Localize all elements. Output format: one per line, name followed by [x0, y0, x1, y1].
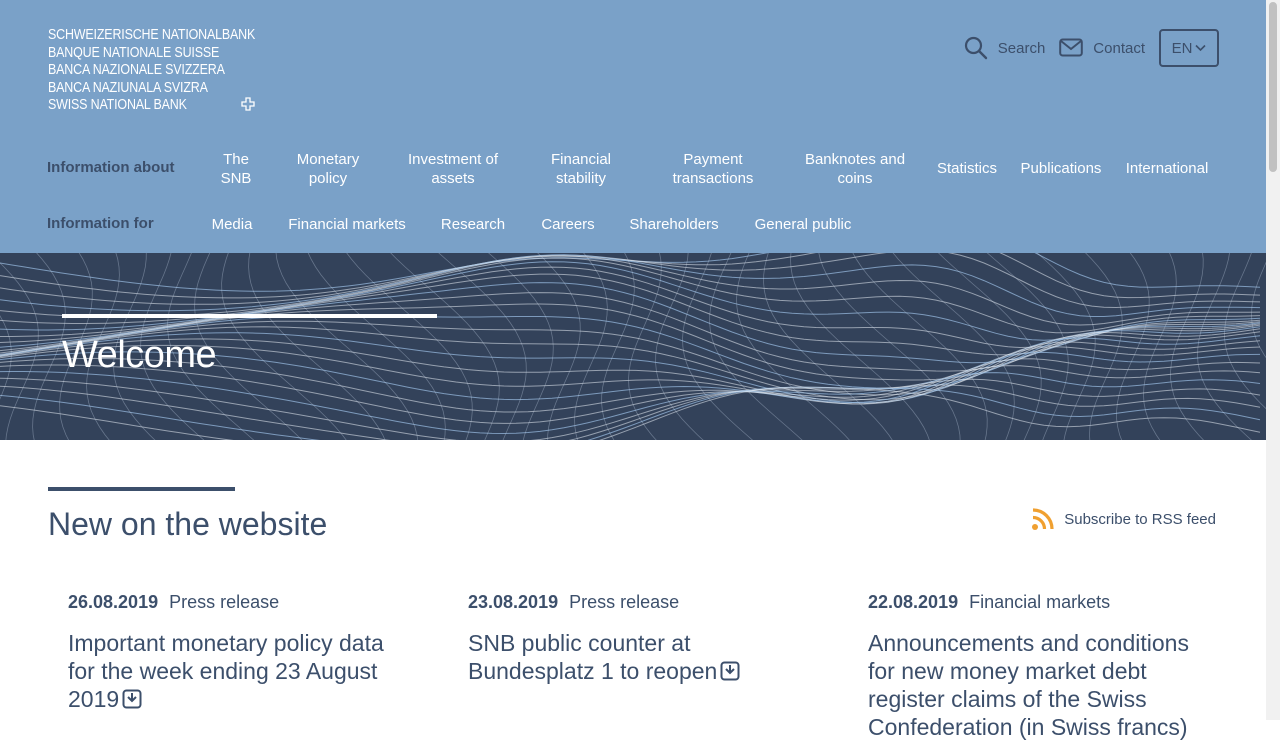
nav-for-careers[interactable]: Careers	[541, 215, 594, 234]
news-item: 26.08.2019 Press release Important monet…	[68, 592, 413, 713]
nav-item-international[interactable]: International	[1126, 159, 1209, 178]
nav-item-label: coins	[837, 170, 873, 187]
news-item: 23.08.2019 Press release SNB public coun…	[468, 592, 813, 685]
logo-line: BANQUE NATIONALE SUISSE	[48, 44, 220, 61]
nav-item-banknotes-and-coins[interactable]: Banknotes and coins	[805, 150, 905, 188]
wave-line	[628, 253, 662, 440]
news-meta: 23.08.2019 Press release	[468, 592, 813, 613]
nav-item-label: Monetary	[296, 151, 360, 168]
nav-item-label: Publications	[1020, 160, 1102, 177]
nav-item-label: Financial	[550, 151, 612, 168]
nav-item-financial-stability[interactable]: Financial stability	[551, 150, 611, 188]
nav-item-payment-transactions[interactable]: Payment transactions	[673, 150, 754, 188]
news-item: 22.08.2019 Financial markets Announcemen…	[868, 592, 1218, 741]
nav-for-label: Information for	[47, 215, 154, 232]
news-date: 26.08.2019	[68, 592, 159, 612]
news-meta: 22.08.2019 Financial markets	[868, 592, 1218, 613]
nav-item-label: Investment of	[407, 151, 499, 168]
wave-line	[1143, 253, 1177, 440]
nav-item-the-snb[interactable]: The SNB	[221, 150, 252, 188]
nav-item-label: stability	[555, 170, 607, 187]
nav-for-shareholders[interactable]: Shareholders	[629, 215, 718, 234]
page-scrollbar[interactable]	[1266, 0, 1280, 720]
rss-icon	[1032, 508, 1054, 530]
news-title-link[interactable]: Announcements and conditions for new mon…	[868, 629, 1218, 741]
contact-button[interactable]: Contact	[1059, 38, 1145, 58]
hero-accent-line	[62, 314, 437, 318]
section-accent-line	[48, 487, 235, 491]
language-value: EN	[1171, 39, 1193, 57]
nav-for-general-public[interactable]: General public	[755, 215, 852, 234]
news-title-text: Important monetary policy data for the w…	[68, 630, 384, 712]
chevron-down-icon	[1195, 44, 1206, 52]
logo-line: BANCA NAZIONALE SVIZZERA	[48, 62, 225, 79]
nav-about-label: Information about	[47, 159, 175, 176]
download-icon	[122, 689, 142, 709]
envelope-icon	[1059, 38, 1084, 57]
logo-line: SWISS NATIONAL BANK	[48, 97, 187, 114]
wave-line	[892, 253, 1015, 440]
news-category: Press release	[569, 592, 680, 612]
wave-line	[763, 253, 893, 440]
wave-line	[0, 261, 1261, 341]
nav-item-label: International	[1125, 160, 1209, 177]
site-header: SCHWEIZERISCHE NATIONALBANK BANQUE NATIO…	[0, 0, 1266, 253]
nav-item-monetary-policy[interactable]: Monetary policy	[297, 150, 360, 188]
nav-item-label: Payment	[683, 151, 743, 168]
wave-line	[1251, 261, 1266, 359]
rss-subscribe-link[interactable]: Subscribe to RSS feed	[1031, 507, 1216, 531]
logo-line: BANCA NAZIUNALA SVIZRA	[48, 79, 208, 96]
nav-for-research[interactable]: Research	[441, 215, 505, 234]
nav-item-label: SNB	[220, 170, 252, 187]
language-selector[interactable]: EN	[1159, 29, 1219, 67]
news-title-link[interactable]: SNB public counter at Bundesplatz 1 to r…	[468, 629, 813, 685]
nav-item-label: Statistics	[936, 160, 998, 177]
rss-label: Subscribe to RSS feed	[1064, 510, 1216, 528]
nav-item-investment-of-assets[interactable]: Investment of assets	[408, 150, 498, 188]
nav-item-label: transactions	[672, 170, 754, 187]
wave-line	[709, 253, 803, 440]
news-date: 22.08.2019	[868, 592, 959, 612]
header-tools: Search Contact EN	[950, 28, 1219, 68]
nav-for-financial-markets[interactable]: Financial markets	[288, 215, 406, 234]
swiss-cross-icon	[241, 97, 255, 111]
nav-item-statistics[interactable]: Statistics	[937, 159, 997, 178]
news-meta: 26.08.2019 Press release	[68, 592, 413, 613]
news-category: Financial markets	[969, 592, 1111, 612]
scrollbar-thumb[interactable]	[1269, 2, 1277, 172]
search-button[interactable]: Search	[964, 36, 1046, 60]
nav-for-media[interactable]: Media	[212, 215, 253, 234]
logo-line: SCHWEIZERISCHE NATIONALBANK	[48, 27, 256, 43]
nav-item-label: assets	[431, 170, 475, 187]
search-icon	[964, 36, 987, 60]
news-title-text: SNB public counter at Bundesplatz 1 to r…	[468, 630, 718, 684]
nav-item-publications[interactable]: Publications	[1021, 159, 1102, 178]
nav-item-label: The	[223, 151, 249, 168]
news-category: Press release	[169, 592, 280, 612]
section-title: New on the website	[48, 506, 328, 542]
contact-label: Contact	[1093, 39, 1145, 57]
nav-item-label: Banknotes and	[804, 151, 906, 168]
download-icon	[720, 661, 740, 681]
hero-title: Welcome	[62, 334, 217, 376]
search-label: Search	[997, 39, 1046, 57]
snb-logo[interactable]: SCHWEIZERISCHE NATIONALBANK BANQUE NATIO…	[48, 27, 256, 115]
news-title-link[interactable]: Important monetary policy data for the w…	[68, 629, 413, 713]
nav-item-label: policy	[308, 170, 348, 187]
news-date: 23.08.2019	[468, 592, 559, 612]
